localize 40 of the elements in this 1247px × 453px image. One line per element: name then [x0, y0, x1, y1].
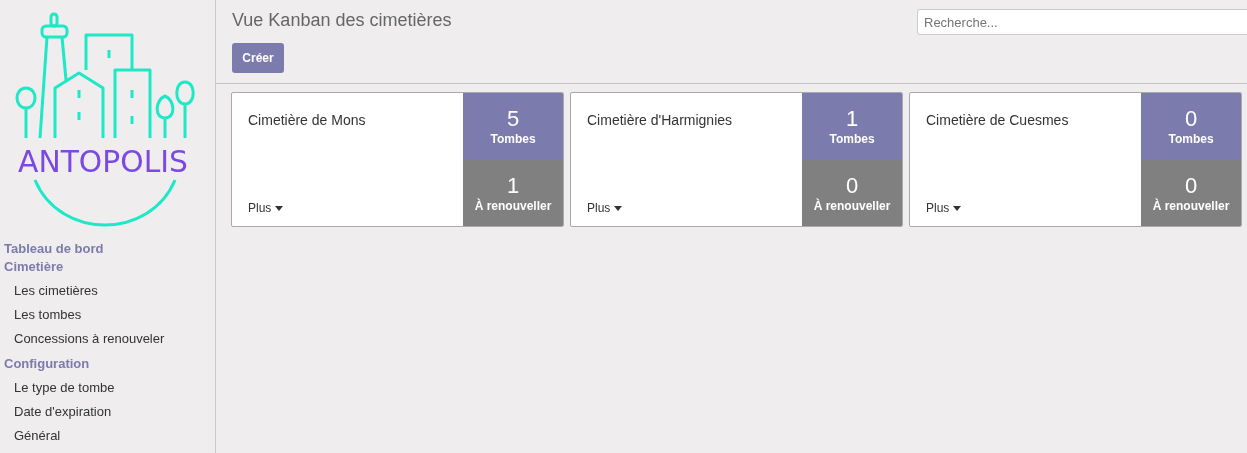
kanban-card[interactable]: Cimetière de Mons Plus 5 Tombes 1 À renouveller: [231, 92, 564, 227]
page-title: Vue Kanban des cimetières: [232, 10, 452, 31]
stat-value: 5: [506, 106, 520, 133]
more-dropdown[interactable]: Plus: [926, 201, 962, 215]
stat-label: Tombes: [490, 132, 536, 147]
stat-label: À renouveller: [1152, 198, 1230, 213]
stat-label: Tombes: [829, 132, 875, 147]
antopolis-logo: ANTOPOLIS: [0, 0, 200, 230]
cemetery-name: Cimetière d'Harmignies: [587, 112, 734, 128]
kanban-card[interactable]: Cimetière de Cuesmes Plus 0 Tombes 0 À renouveller: [909, 92, 1242, 227]
more-dropdown[interactable]: Plus: [248, 201, 284, 215]
stat-value: 0: [1184, 172, 1198, 199]
menu-item[interactable]: Concessions à renouveler: [0, 328, 215, 352]
caret-icon: [953, 205, 962, 211]
menu-item[interactable]: Date d'expiration: [0, 401, 215, 425]
menu-item[interactable]: Les cimetières: [0, 280, 215, 304]
stat-value: 0: [845, 172, 859, 199]
cemetery-name: Cimetière de Mons: [248, 112, 367, 128]
search-field[interactable]: Recherche...: [917, 9, 1247, 35]
stat-value: 1: [845, 106, 859, 133]
cemetery-name: Cimetière de Cuesmes: [926, 112, 1070, 128]
tombs-stat[interactable]: 1 Tombes: [802, 93, 902, 160]
renew-stat[interactable]: 1 À renouveller: [463, 159, 563, 226]
stat-label: À renouveller: [474, 198, 552, 213]
renew-stat[interactable]: 0 À renouveller: [802, 159, 902, 226]
caret-icon: [275, 205, 284, 211]
more-dropdown[interactable]: Plus: [587, 201, 623, 215]
tombs-stat[interactable]: 0 Tombes: [1141, 93, 1241, 160]
menu-item[interactable]: Général: [0, 425, 215, 449]
stat-value: 0: [1184, 106, 1198, 133]
kanban-card[interactable]: Cimetière d'Harmignies Plus 1 Tombes 0 À renouveller: [570, 92, 903, 227]
menu-item[interactable]: Le type de tombe: [0, 377, 215, 401]
stat-label: À renouveller: [813, 198, 891, 213]
renew-stat[interactable]: 0 À renouveller: [1141, 159, 1241, 226]
tombs-stat[interactable]: 5 Tombes: [463, 93, 563, 160]
stat-value: 1: [506, 172, 520, 199]
menu-item[interactable]: Les tombes: [0, 304, 215, 328]
stat-label: Tombes: [1168, 132, 1214, 147]
caret-icon: [614, 205, 623, 211]
create-button[interactable]: Créer: [232, 43, 284, 73]
